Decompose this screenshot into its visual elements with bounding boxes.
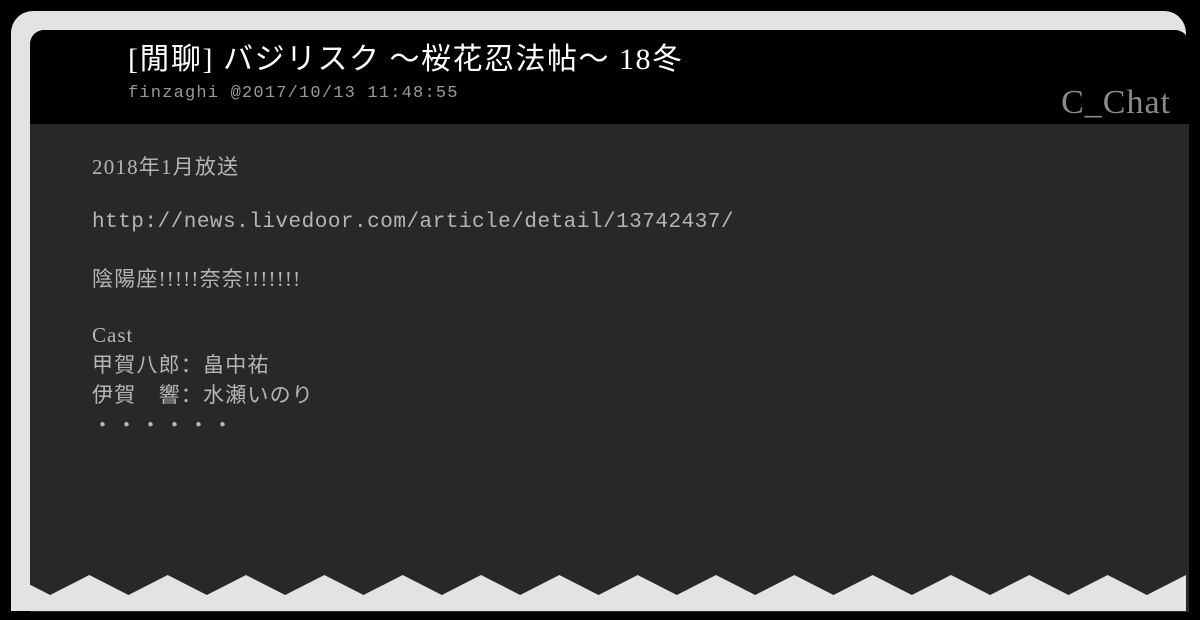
body-cast-entry-0: 甲賀八郎：畠中祐: [92, 353, 270, 377]
body-line-hype: 陰陽座!!!!!奈奈!!!!!!!: [92, 267, 302, 291]
post-meta: finzaghi @2017/10/13 11:48:55: [128, 84, 459, 103]
screenshot-root: [閒聊] バジリスク ～桜花忍法帖～ 18冬 finzaghi @2017/10…: [0, 0, 1200, 620]
header-text-block: [閒聊] バジリスク ～桜花忍法帖～ 18冬 finzaghi @2017/10…: [128, 40, 683, 106]
post-card-frame: [閒聊] バジリスク ～桜花忍法帖～ 18冬 finzaghi @2017/10…: [11, 11, 1189, 612]
body-link-news-article[interactable]: http://news.livedoor.com/article/detail/…: [92, 208, 1129, 238]
page-title: [閒聊] バジリスク ～桜花忍法帖～ 18冬: [128, 43, 684, 76]
zigzag-icon: [11, 575, 1186, 611]
body-line-ellipsis: ・・・・・・: [92, 413, 236, 437]
board-name-label: C_Chat: [1061, 84, 1171, 121]
body-line-air-date: 2018年1月放送: [92, 155, 240, 179]
body-cast-entry-1: 伊賀 響：水瀬いのり: [92, 383, 314, 407]
post-header: [閒聊] バジリスク ～桜花忍法帖～ 18冬 finzaghi @2017/10…: [30, 30, 1189, 124]
torn-edge-decoration: [11, 565, 1186, 611]
post-card: [閒聊] バジリスク ～桜花忍法帖～ 18冬 finzaghi @2017/10…: [30, 30, 1189, 612]
body-cast-heading: Cast: [92, 323, 134, 347]
post-body: 2018年1月放送 http://news.livedoor.com/artic…: [30, 124, 1189, 612]
